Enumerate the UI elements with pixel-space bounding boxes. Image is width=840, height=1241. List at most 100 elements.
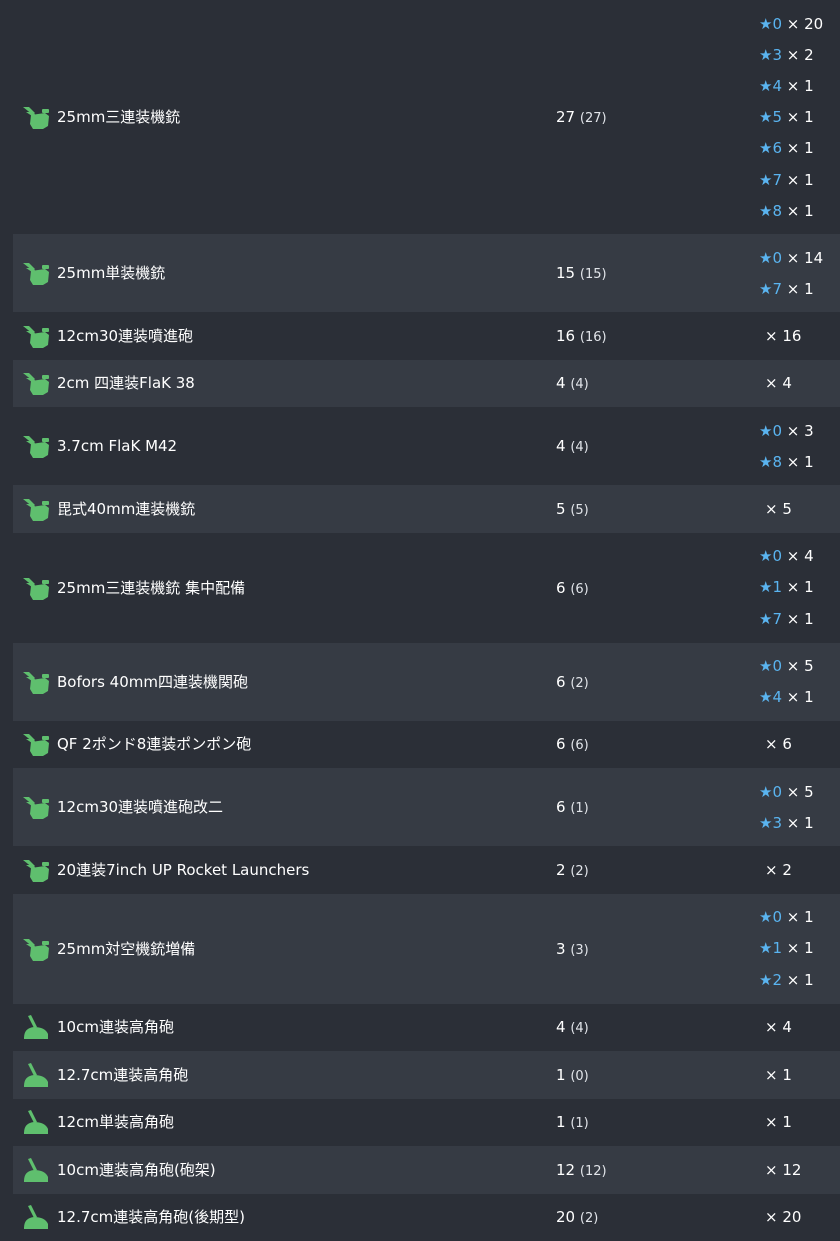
improvement-entry: ★6 × 1	[759, 138, 814, 158]
equipment-count: 6 (6)	[556, 734, 589, 756]
improvement-count: × 20	[782, 14, 824, 33]
improvement-list: ★0 × 20 ★3 × 2 ★4 × 1 ★5 × 1 ★6 × 1 ★7 × 1 ★8 …	[759, 0, 840, 234]
improvement-count: × 1	[765, 1113, 792, 1132]
equipment-name: 2cm 四連装FlaK 38	[57, 374, 195, 393]
star-icon: ★	[759, 908, 773, 927]
improvement-list: ★0 × 5 ★4 × 1	[759, 643, 840, 721]
improvement-entry: ★0 × 3	[759, 421, 814, 441]
table-row: 12cm30連装噴進砲改二 6 (1) ★0 × 5 ★3 × 1	[13, 768, 840, 846]
improvement-count: × 2	[782, 45, 814, 64]
star-icon: ★	[759, 248, 773, 267]
count-total: 6	[556, 578, 566, 597]
improvement-list: × 5	[759, 485, 840, 533]
improvement-count: × 1	[782, 609, 814, 628]
aa-gun-icon	[21, 669, 51, 695]
equipment-name: 20連装7inch UP Rocket Launchers	[57, 860, 310, 879]
table-row: 12cm30連装噴進砲 16 (16) × 16	[13, 312, 840, 360]
equipment-count: 1 (1)	[556, 1112, 589, 1134]
star-icon: ★	[759, 201, 773, 220]
improvement-level: 1	[772, 578, 782, 597]
aa-gun-icon	[21, 433, 51, 459]
count-total: 12	[556, 1160, 576, 1179]
improvement-level: 3	[772, 813, 782, 832]
improvement-entry: ★8 × 1	[759, 452, 814, 472]
improvement-count: × 1	[765, 1065, 792, 1084]
equipment-count: 27 (27)	[556, 107, 607, 129]
aa-gun-icon	[21, 575, 51, 601]
table-row: 20連装7inch UP Rocket Launchers 2 (2) × 2	[13, 846, 840, 894]
aa-gun-icon	[21, 794, 51, 820]
star-icon: ★	[759, 77, 773, 95]
improvement-entry: × 16	[765, 326, 801, 346]
improvement-entry: × 12	[765, 1160, 801, 1180]
improvement-count: × 14	[782, 248, 824, 267]
improvement-list: ★0 × 4 ★1 × 1 ★7 × 1	[759, 533, 840, 643]
equipment-name: 10cm連装高角砲(砲架)	[57, 1160, 216, 1179]
table-row: 12.7cm連装高角砲 1 (0) × 1	[13, 1051, 840, 1099]
star-icon: ★	[759, 108, 773, 127]
improvement-level: 2	[772, 970, 782, 989]
improvement-level: 1	[772, 939, 782, 958]
improvement-list: × 4	[759, 360, 840, 408]
improvement-list: ★0 × 3 ★8 × 1	[759, 407, 840, 485]
improvement-count: × 5	[782, 782, 814, 801]
count-unlocked: (4)	[570, 440, 589, 455]
table-row: 毘式40mm連装機銃 5 (5) × 5	[13, 485, 840, 533]
improvement-entry: × 2	[765, 860, 792, 880]
improvement-level: 7	[772, 279, 782, 298]
improvement-entry: × 4	[765, 1017, 792, 1037]
star-icon: ★	[759, 547, 773, 566]
improvement-entry: ★1 × 1	[759, 938, 814, 958]
equipment-name: Bofors 40mm四連装機関砲	[57, 672, 248, 691]
count-total: 4	[556, 437, 566, 455]
improvement-level: 0	[772, 547, 782, 566]
improvement-count: × 1	[782, 108, 814, 127]
table-row: 10cm連装高角砲(砲架) 12 (12) × 12	[13, 1146, 840, 1194]
improvement-entry: ★0 × 5	[759, 656, 814, 676]
star-icon: ★	[759, 609, 773, 628]
count-total: 3	[556, 939, 566, 958]
count-unlocked: (1)	[570, 1116, 589, 1132]
improvement-entry: ★7 × 1	[759, 170, 814, 190]
aa-gun-icon	[21, 323, 51, 349]
improvement-level: 0	[772, 782, 782, 801]
improvement-list: × 1	[759, 1099, 840, 1147]
equipment-count: 2 (2)	[556, 860, 589, 882]
count-total: 20	[556, 1208, 576, 1227]
improvement-entry: × 1	[765, 1112, 792, 1132]
equipment-name: 12.7cm連装高角砲	[57, 1065, 189, 1084]
table-row: 25mm三連装機銃 27 (27) ★0 × 20 ★3 × 2 ★4 × 1 ★5 × …	[13, 0, 840, 234]
improvement-entry: × 6	[765, 734, 792, 754]
count-total: 15	[556, 264, 576, 282]
equipment-count: 4 (4)	[556, 373, 589, 395]
equipment-count: 4 (4)	[556, 436, 589, 458]
improvement-count: × 16	[765, 326, 802, 345]
equipment-count: 12 (12)	[556, 1160, 607, 1182]
improvement-level: 7	[772, 170, 782, 189]
count-total: 5	[556, 499, 566, 518]
improvement-count: × 1	[782, 452, 814, 471]
improvement-level: 0	[772, 14, 782, 33]
improvement-entry: ★0 × 1	[759, 907, 814, 927]
count-unlocked: (4)	[570, 377, 589, 393]
table-row: 25mm単装機銃 15 (15) ★0 × 14 ★7 × 1	[13, 234, 840, 312]
star-icon: ★	[759, 782, 773, 801]
improvement-level: 0	[772, 908, 782, 927]
count-unlocked: (1)	[570, 801, 589, 816]
improvement-list: ★0 × 1 ★1 × 1 ★ 2 × 1	[759, 894, 840, 1004]
improvement-count: × 1	[782, 908, 814, 927]
improvement-list: ★0 × 5 ★3 × 1	[759, 768, 840, 846]
count-unlocked: (2)	[579, 1211, 599, 1227]
count-total: 1	[556, 1113, 566, 1132]
improvement-list: × 16	[759, 312, 840, 360]
equipment-name: 12cm単装高角砲	[57, 1113, 174, 1132]
star-icon: ★	[759, 139, 773, 158]
equipment-count: 1 (0)	[556, 1065, 589, 1087]
count-total: 16	[556, 326, 576, 345]
equipment-count: 5 (5)	[556, 499, 589, 521]
improvement-count: × 1	[782, 688, 814, 707]
equipment-name: 25mm対空機銃増備	[57, 939, 196, 958]
improvement-count: × 6	[765, 735, 792, 754]
improvement-count: × 1	[782, 279, 814, 298]
count-unlocked: (16)	[579, 329, 607, 345]
